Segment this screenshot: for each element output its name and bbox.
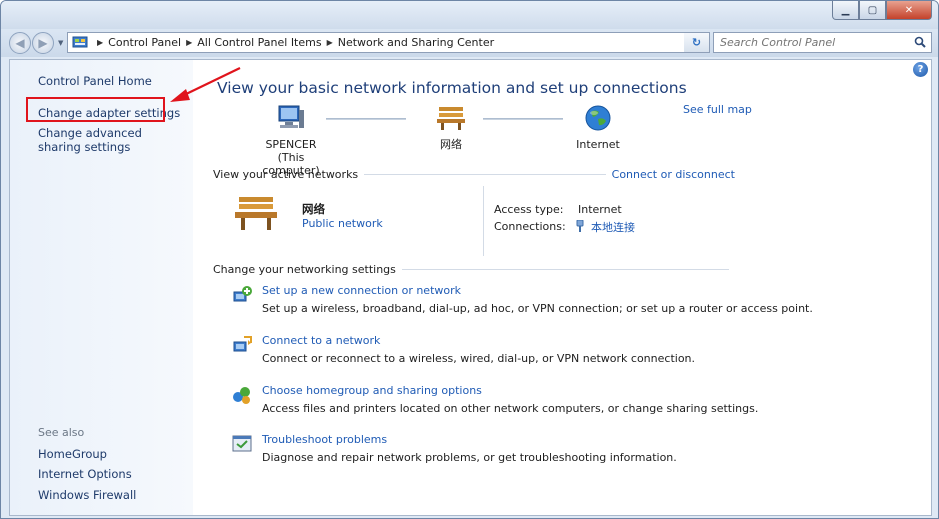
help-icon[interactable]: ? xyxy=(913,62,928,77)
page-title: View your basic network information and … xyxy=(217,79,687,97)
computer-icon xyxy=(278,105,304,128)
breadcrumb-network-sharing[interactable]: Network and Sharing Center xyxy=(338,36,494,49)
minimize-icon: ▁ xyxy=(841,4,850,16)
search-input[interactable] xyxy=(720,36,905,49)
breadcrumb-control-panel[interactable]: Control Panel xyxy=(108,36,181,49)
map-node-computer[interactable]: SPENCER (This computer) xyxy=(251,104,331,177)
refresh-button[interactable]: ↻ xyxy=(684,32,710,53)
map-connector-line xyxy=(483,118,563,120)
connect-network-icon xyxy=(233,336,252,352)
active-networks-header: View your active networks Connect or dis… xyxy=(213,168,735,181)
network-name: 网络 xyxy=(302,202,325,216)
local-connection-label: 本地连接 xyxy=(591,220,635,234)
recent-pages-dropdown-icon[interactable]: ▼ xyxy=(58,39,63,47)
map-connector-line xyxy=(326,118,406,120)
search-box xyxy=(713,32,932,53)
connections-row: Connections: 本地连接 xyxy=(494,218,635,235)
nav-arrows: ◀ ▶ ▼ xyxy=(9,32,63,54)
content-area: Control Panel Home Change adapter settin… xyxy=(9,59,932,516)
homegroup-sharing-desc: Access files and printers located on oth… xyxy=(262,402,759,415)
navigation-bar: ◀ ▶ ▼ ▶ Control Panel ▶ All Control Pane… xyxy=(1,29,938,57)
setup-connection-icon xyxy=(233,286,252,302)
connect-or-disconnect-link[interactable]: Connect or disconnect xyxy=(612,168,735,181)
breadcrumb-all-items[interactable]: All Control Panel Items xyxy=(197,36,321,49)
public-network-link[interactable]: Public network xyxy=(302,217,383,230)
ethernet-plug-icon xyxy=(576,220,584,232)
control-panel-icon xyxy=(72,36,88,47)
main-panel: View your basic network information and … xyxy=(213,60,913,515)
change-settings-heading: Change your networking settings xyxy=(213,263,396,276)
setup-connection-desc: Set up a wireless, broadband, dial-up, a… xyxy=(262,302,813,315)
map-node-internet[interactable]: Internet xyxy=(558,104,638,151)
maximize-icon: ▢ xyxy=(867,4,878,16)
section-divider xyxy=(364,174,606,175)
vertical-divider xyxy=(483,186,484,256)
troubleshoot-link[interactable]: Troubleshoot problems xyxy=(262,433,387,446)
public-network-bench-icon xyxy=(235,197,277,230)
active-network: 网络 Public network xyxy=(233,193,483,243)
search-icon[interactable] xyxy=(914,36,926,48)
homegroup-sharing-link[interactable]: Choose homegroup and sharing options xyxy=(262,384,482,397)
change-settings-header: Change your networking settings xyxy=(213,263,735,276)
network-details: Access type: Internet Connections: 本地连接 xyxy=(494,201,635,235)
section-divider xyxy=(401,269,729,270)
forward-arrow-icon: ▶ xyxy=(38,36,48,50)
map-node-network[interactable]: 网络 xyxy=(411,104,491,151)
back-arrow-icon: ◀ xyxy=(15,36,25,50)
internet-options-link[interactable]: Internet Options xyxy=(38,467,132,481)
window: ▁ ▢ ✕ ◀ ▶ ▼ ▶ Control Panel ▶ All Contro… xyxy=(0,0,939,519)
network-map-label: 网络 xyxy=(440,138,462,151)
close-button[interactable]: ✕ xyxy=(886,1,932,20)
breadcrumb-chevron-icon: ▶ xyxy=(97,38,104,47)
minimize-button[interactable]: ▁ xyxy=(832,1,859,20)
connections-label: Connections: xyxy=(494,220,566,233)
refresh-icon: ↻ xyxy=(691,36,702,49)
see-also-heading: See also xyxy=(38,426,85,439)
bench-icon xyxy=(437,107,465,130)
connect-network-desc: Connect or reconnect to a wireless, wire… xyxy=(262,352,696,365)
close-icon: ✕ xyxy=(904,4,914,16)
highlight-box xyxy=(26,97,165,122)
local-connection-link[interactable]: 本地连接 xyxy=(576,219,635,235)
homegroup-icon xyxy=(233,387,250,404)
connect-network-link[interactable]: Connect to a network xyxy=(262,334,380,347)
address-bar[interactable]: ▶ Control Panel ▶ All Control Panel Item… xyxy=(67,32,710,53)
control-panel-home-link[interactable]: Control Panel Home xyxy=(38,74,152,88)
computer-name: SPENCER xyxy=(265,138,317,151)
access-type-row: Access type: Internet xyxy=(494,201,635,218)
access-type-label: Access type: xyxy=(494,203,564,216)
caption-buttons: ▁ ▢ ✕ xyxy=(832,1,932,20)
troubleshoot-desc: Diagnose and repair network problems, or… xyxy=(262,451,677,464)
internet-map-label: Internet xyxy=(576,138,620,151)
globe-icon xyxy=(585,105,611,131)
task-pane: Control Panel Home Change adapter settin… xyxy=(10,60,193,515)
homegroup-link[interactable]: HomeGroup xyxy=(38,447,107,461)
setup-connection-link[interactable]: Set up a new connection or network xyxy=(262,284,461,297)
breadcrumb-chevron-icon[interactable]: ▶ xyxy=(327,38,333,47)
see-full-map-link[interactable]: See full map xyxy=(683,103,752,116)
windows-firewall-link[interactable]: Windows Firewall xyxy=(38,488,136,502)
title-bar[interactable]: ▁ ▢ ✕ xyxy=(1,1,938,29)
troubleshoot-icon xyxy=(232,435,252,452)
active-networks-heading: View your active networks xyxy=(213,168,359,181)
access-type-value: Internet xyxy=(578,203,622,216)
back-button[interactable]: ◀ xyxy=(9,32,31,54)
breadcrumb-chevron-icon[interactable]: ▶ xyxy=(186,38,192,47)
maximize-button[interactable]: ▢ xyxy=(859,1,886,20)
change-advanced-sharing-link[interactable]: Change advanced sharing settings xyxy=(38,126,183,154)
forward-button[interactable]: ▶ xyxy=(32,32,54,54)
